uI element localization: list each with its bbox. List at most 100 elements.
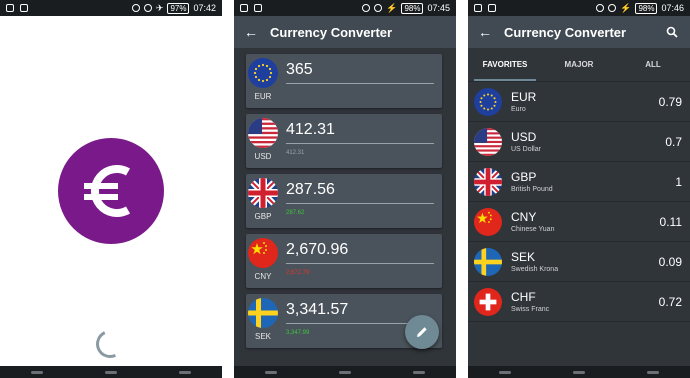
currency-code: SEK	[511, 250, 536, 264]
notification-icon	[254, 4, 262, 12]
alarm-icon	[608, 4, 617, 12]
nav-recents-button[interactable]	[647, 370, 659, 374]
list-item[interactable]: CHF Swiss Franc 0.72	[468, 282, 690, 322]
tab-bar: FAVORITES MAJOR ALL	[468, 48, 690, 82]
currency-code: GBP	[511, 170, 537, 184]
nav-back-button[interactable]	[499, 370, 511, 374]
pencil-icon	[417, 327, 427, 337]
alarm-icon	[374, 4, 383, 12]
amount-input[interactable]: 412.31	[286, 120, 434, 144]
currency-card-cny[interactable]: CNY 2,670.96 2,672.79	[246, 234, 442, 288]
tab-all[interactable]: ALL	[616, 48, 690, 81]
battery-level: 98	[404, 3, 414, 13]
us-flag-icon	[248, 118, 278, 148]
app-toolbar: ← Currency Converter	[468, 16, 690, 48]
tab-major[interactable]: MAJOR	[542, 48, 616, 81]
rates-screen: ⚡ 98% 07:46 ← Currency Converter FAVORIT…	[468, 0, 690, 378]
back-arrow-icon[interactable]: ←	[478, 24, 498, 40]
currency-name: Swiss Franc	[511, 306, 550, 313]
list-item[interactable]: CNY Chinese Yuan 0.11	[468, 202, 690, 242]
charging-icon: ⚡	[386, 2, 398, 13]
euro-logo	[58, 138, 164, 244]
clock: 07:46	[661, 3, 684, 13]
exchange-rate: 0.79	[658, 94, 682, 109]
splash-screen: ✈ 97% 07:42	[0, 0, 222, 378]
sweden-flag-icon	[474, 248, 502, 276]
battery-indicator: 98%	[401, 2, 424, 14]
page-title: Currency Converter	[504, 24, 627, 40]
nav-home-button[interactable]	[339, 370, 351, 374]
currency-code: CNY	[511, 210, 537, 224]
currency-code: USD	[254, 152, 272, 161]
currency-name: Euro	[511, 106, 526, 113]
clock: 07:42	[193, 3, 216, 13]
battery-level: 97	[170, 3, 180, 13]
currency-card-gbp[interactable]: GBP 287.56 287.62	[246, 174, 442, 228]
tab-favorites[interactable]: FAVORITES	[468, 48, 542, 81]
currency-card-eur[interactable]: EUR 365	[246, 54, 442, 108]
nav-home-button[interactable]	[105, 370, 117, 374]
list-item[interactable]: EUR Euro 0.79	[468, 82, 690, 122]
exchange-rate: 0.11	[659, 214, 682, 229]
amount-input[interactable]: 287.56	[286, 180, 434, 204]
vibrate-icon	[362, 4, 371, 12]
us-flag-icon	[474, 128, 502, 156]
sim-icon	[6, 4, 14, 12]
vibrate-icon	[596, 4, 605, 12]
battery-indicator: 97%	[167, 2, 190, 14]
currency-code: CHF	[511, 290, 536, 304]
currency-code: EUR	[511, 90, 537, 104]
nav-recents-button[interactable]	[413, 370, 425, 374]
euro-icon	[84, 165, 131, 217]
nav-home-button[interactable]	[573, 370, 585, 374]
back-arrow-icon[interactable]: ←	[244, 24, 264, 40]
currency-code: EUR	[254, 92, 272, 101]
page-title: Currency Converter	[270, 24, 393, 40]
sweden-flag-icon	[248, 298, 278, 328]
vibrate-icon	[131, 4, 140, 12]
eu-flag-icon	[474, 88, 502, 116]
currency-name: British Pound	[511, 186, 553, 193]
charging-icon: ⚡	[620, 2, 632, 13]
alarm-icon	[143, 4, 152, 12]
search-icon[interactable]	[664, 26, 680, 38]
currency-card-list: EUR 365 USD 412.31 412.31 GBP 287.56 287.6…	[234, 48, 456, 348]
sim-icon	[474, 4, 482, 12]
nav-back-button[interactable]	[31, 370, 43, 374]
uk-flag-icon	[474, 168, 502, 196]
converter-screen: ⚡ 98% 07:45 ← Currency Converter EUR 365…	[234, 0, 456, 378]
nav-recents-button[interactable]	[179, 370, 191, 374]
uk-flag-icon	[248, 178, 278, 208]
notification-icon	[488, 4, 496, 12]
exchange-rate: 1	[675, 174, 682, 189]
app-toolbar: ← Currency Converter	[234, 16, 456, 48]
system-nav-bar	[234, 366, 456, 378]
swiss-flag-icon	[474, 288, 502, 316]
list-item[interactable]: GBP British Pound 1	[468, 162, 690, 202]
amount-input[interactable]: 365	[286, 60, 434, 84]
china-flag-icon	[474, 208, 502, 236]
previous-amount: 412.31	[286, 150, 305, 156]
rate-list: EUR Euro 0.79 USD US Dollar 0.7 GBP British…	[468, 82, 690, 322]
previous-amount: 287.62	[286, 210, 305, 216]
status-bar: ⚡ 98% 07:45	[234, 0, 456, 16]
currency-name: Chinese Yuan	[511, 226, 555, 233]
status-bar: ✈ 97% 07:42	[0, 0, 222, 16]
battery-level: 98	[638, 3, 648, 13]
nav-back-button[interactable]	[265, 370, 277, 374]
exchange-rate: 0.7	[665, 134, 682, 149]
amount-input[interactable]: 2,670.96	[286, 240, 434, 264]
previous-amount: 2,672.79	[286, 270, 310, 276]
notification-icon	[20, 4, 28, 12]
status-bar: ⚡ 98% 07:46	[468, 0, 690, 16]
currency-card-usd[interactable]: USD 412.31 412.31	[246, 114, 442, 168]
eu-flag-icon	[248, 58, 278, 88]
edit-fab-button[interactable]	[405, 315, 439, 349]
list-item[interactable]: SEK Swedish Krona 0.09	[468, 242, 690, 282]
clock: 07:45	[427, 3, 450, 13]
system-nav-bar	[0, 366, 222, 378]
sim-icon	[240, 4, 248, 12]
list-item[interactable]: USD US Dollar 0.7	[468, 122, 690, 162]
exchange-rate: 0.09	[658, 254, 682, 269]
battery-indicator: 98%	[635, 2, 658, 14]
